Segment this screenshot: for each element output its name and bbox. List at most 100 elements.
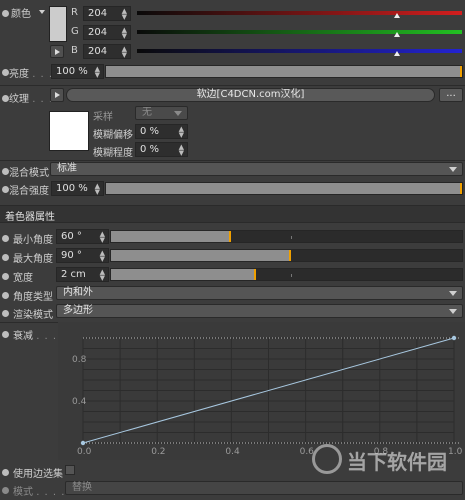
channel-g-input[interactable]: 204 ▲ ▼ xyxy=(83,25,131,40)
brightness-value: 100 % xyxy=(56,66,88,77)
max-angle-slider[interactable] xyxy=(110,249,463,262)
render-mode-dropdown[interactable]: 多边形 xyxy=(56,304,463,318)
channel-b-input[interactable]: 204 ▲ ▼ xyxy=(83,44,131,59)
use-edge-selection-animate-dot[interactable] xyxy=(2,469,9,476)
min-angle-input[interactable]: 60 ° ▲ ▼ xyxy=(56,229,109,244)
max-angle-value: 90 ° xyxy=(61,250,82,261)
channel-r-slider[interactable] xyxy=(137,11,462,15)
x-tick-label: 1.0 xyxy=(448,447,463,457)
y-tick-label: 0.4 xyxy=(72,397,87,407)
spinner-icon[interactable]: ▲ ▼ xyxy=(100,249,105,263)
spinner-icon[interactable]: ▲ ▼ xyxy=(95,65,100,79)
render-mode-label: 渲染模式 xyxy=(13,310,53,321)
min-angle-fill xyxy=(111,231,230,242)
mix-strength-fill xyxy=(106,183,462,194)
mix-mode-animate-dot[interactable] xyxy=(2,168,9,175)
watermark-text: 当下软件园 xyxy=(347,450,447,474)
width-input[interactable]: 2 cm ▲ ▼ xyxy=(56,267,109,282)
spinner-icon[interactable]: ▲ ▼ xyxy=(179,125,184,139)
blur-scale-value: 0 % xyxy=(140,144,160,155)
blur-offset-label: 模糊偏移 xyxy=(93,130,133,141)
color-animate-dot[interactable] xyxy=(2,10,9,17)
max-angle-animate-dot[interactable] xyxy=(2,254,9,261)
channel-b-slider[interactable] xyxy=(137,49,462,53)
falloff-curve-point[interactable] xyxy=(80,440,86,446)
min-angle-slider[interactable] xyxy=(110,230,463,243)
spinner-icon[interactable]: ▲ ▼ xyxy=(179,143,184,157)
brightness-input[interactable]: 100 % ▲ ▼ xyxy=(51,64,104,79)
brightness-fill xyxy=(106,66,462,77)
spinner-icon[interactable]: ▲ ▼ xyxy=(95,182,100,196)
render-mode-animate-dot[interactable] xyxy=(2,310,9,317)
channel-r-label: R xyxy=(71,7,78,18)
spinner-icon[interactable]: ▲ ▼ xyxy=(100,230,105,244)
color-mode-button[interactable] xyxy=(50,45,64,58)
mode-animate-dot[interactable] xyxy=(2,487,9,494)
spinner-icon[interactable]: ▲ ▼ xyxy=(122,7,127,21)
channel-g-label: G xyxy=(71,26,79,37)
angle-type-dropdown[interactable]: 内和外 xyxy=(56,286,463,300)
color-label: 颜色 xyxy=(11,9,31,20)
sampling-dropdown[interactable]: 无 xyxy=(135,106,188,120)
width-fill xyxy=(111,269,255,280)
x-tick-label: 0.2 xyxy=(151,447,165,457)
spinner-icon[interactable]: ▲ ▼ xyxy=(122,26,127,40)
use-edge-selection-label: 使用边选集 xyxy=(13,469,63,480)
watermark-logo-icon xyxy=(312,444,342,474)
min-angle-label: 最小角度 xyxy=(13,235,53,246)
min-angle-animate-dot[interactable] xyxy=(2,235,9,242)
blur-offset-input[interactable]: 0 % ▲ ▼ xyxy=(135,124,188,139)
falloff-curve-point[interactable] xyxy=(451,335,457,341)
falloff-label: 衰减 . . . xyxy=(13,331,58,342)
falloff-animate-dot[interactable] xyxy=(2,331,9,338)
max-angle-marker[interactable] xyxy=(289,250,291,261)
mix-strength-slider[interactable] xyxy=(105,182,463,195)
sampling-label: 采样 xyxy=(93,112,113,123)
mix-strength-input[interactable]: 100 % ▲ ▼ xyxy=(51,181,104,196)
texture-animate-dot[interactable] xyxy=(2,95,9,102)
falloff-spline-chart[interactable]: 0.80.4 0.0 0.2 0.4 0.6 0.8 1.0 xyxy=(58,322,465,460)
channel-b-value: 204 xyxy=(88,46,108,57)
channel-r-input[interactable]: 204 ▲ ▼ xyxy=(83,6,131,21)
mix-strength-marker[interactable] xyxy=(460,183,462,194)
max-angle-input[interactable]: 90 ° ▲ ▼ xyxy=(56,248,109,263)
channel-b-slider-handle[interactable] xyxy=(394,51,400,56)
mix-strength-label: 混合强度 xyxy=(9,186,49,197)
brightness-slider[interactable] xyxy=(105,65,463,78)
mix-mode-dropdown[interactable]: 标准 xyxy=(50,162,463,176)
min-angle-value: 60 ° xyxy=(61,231,82,242)
mode-label: 模式 . . . . xyxy=(13,487,66,498)
channel-g-slider[interactable] xyxy=(137,30,462,34)
expand-arrow-icon[interactable] xyxy=(39,10,45,14)
width-value: 2 cm xyxy=(61,269,86,280)
mode-dropdown[interactable]: 替换 xyxy=(65,481,463,495)
color-swatch[interactable] xyxy=(49,6,67,42)
channel-b-label: B xyxy=(71,45,78,56)
blur-scale-input[interactable]: 0 % ▲ ▼ xyxy=(135,142,188,157)
mix-strength-animate-dot[interactable] xyxy=(2,186,9,193)
channel-r-value: 204 xyxy=(88,8,108,19)
mix-strength-value: 100 % xyxy=(56,183,88,194)
min-angle-marker[interactable] xyxy=(229,231,231,242)
brightness-marker[interactable] xyxy=(460,66,462,77)
texture-shader-button[interactable]: 软边[C4DCN.com汉化] xyxy=(66,88,435,102)
width-slider[interactable] xyxy=(110,268,463,281)
texture-menu-button[interactable] xyxy=(50,88,64,102)
channel-g-slider-handle[interactable] xyxy=(394,32,400,37)
blur-offset-value: 0 % xyxy=(140,126,160,137)
width-marker[interactable] xyxy=(254,269,256,280)
spinner-icon[interactable]: ▲ ▼ xyxy=(122,45,127,59)
brightness-animate-dot[interactable] xyxy=(2,69,9,76)
channel-r-slider-handle[interactable] xyxy=(394,13,400,18)
x-tick-label: 0.0 xyxy=(77,447,92,457)
angle-type-animate-dot[interactable] xyxy=(2,292,9,299)
max-angle-fill xyxy=(111,250,290,261)
texture-preview xyxy=(49,111,89,151)
use-edge-selection-checkbox[interactable] xyxy=(65,465,75,475)
width-animate-dot[interactable] xyxy=(2,273,9,280)
mix-mode-label: 混合模式 xyxy=(9,168,49,179)
spinner-icon[interactable]: ▲ ▼ xyxy=(100,268,105,282)
angle-type-label: 角度类型 xyxy=(13,292,53,303)
x-tick-label: 0.4 xyxy=(225,447,240,457)
texture-more-button[interactable]: ... xyxy=(439,88,463,102)
